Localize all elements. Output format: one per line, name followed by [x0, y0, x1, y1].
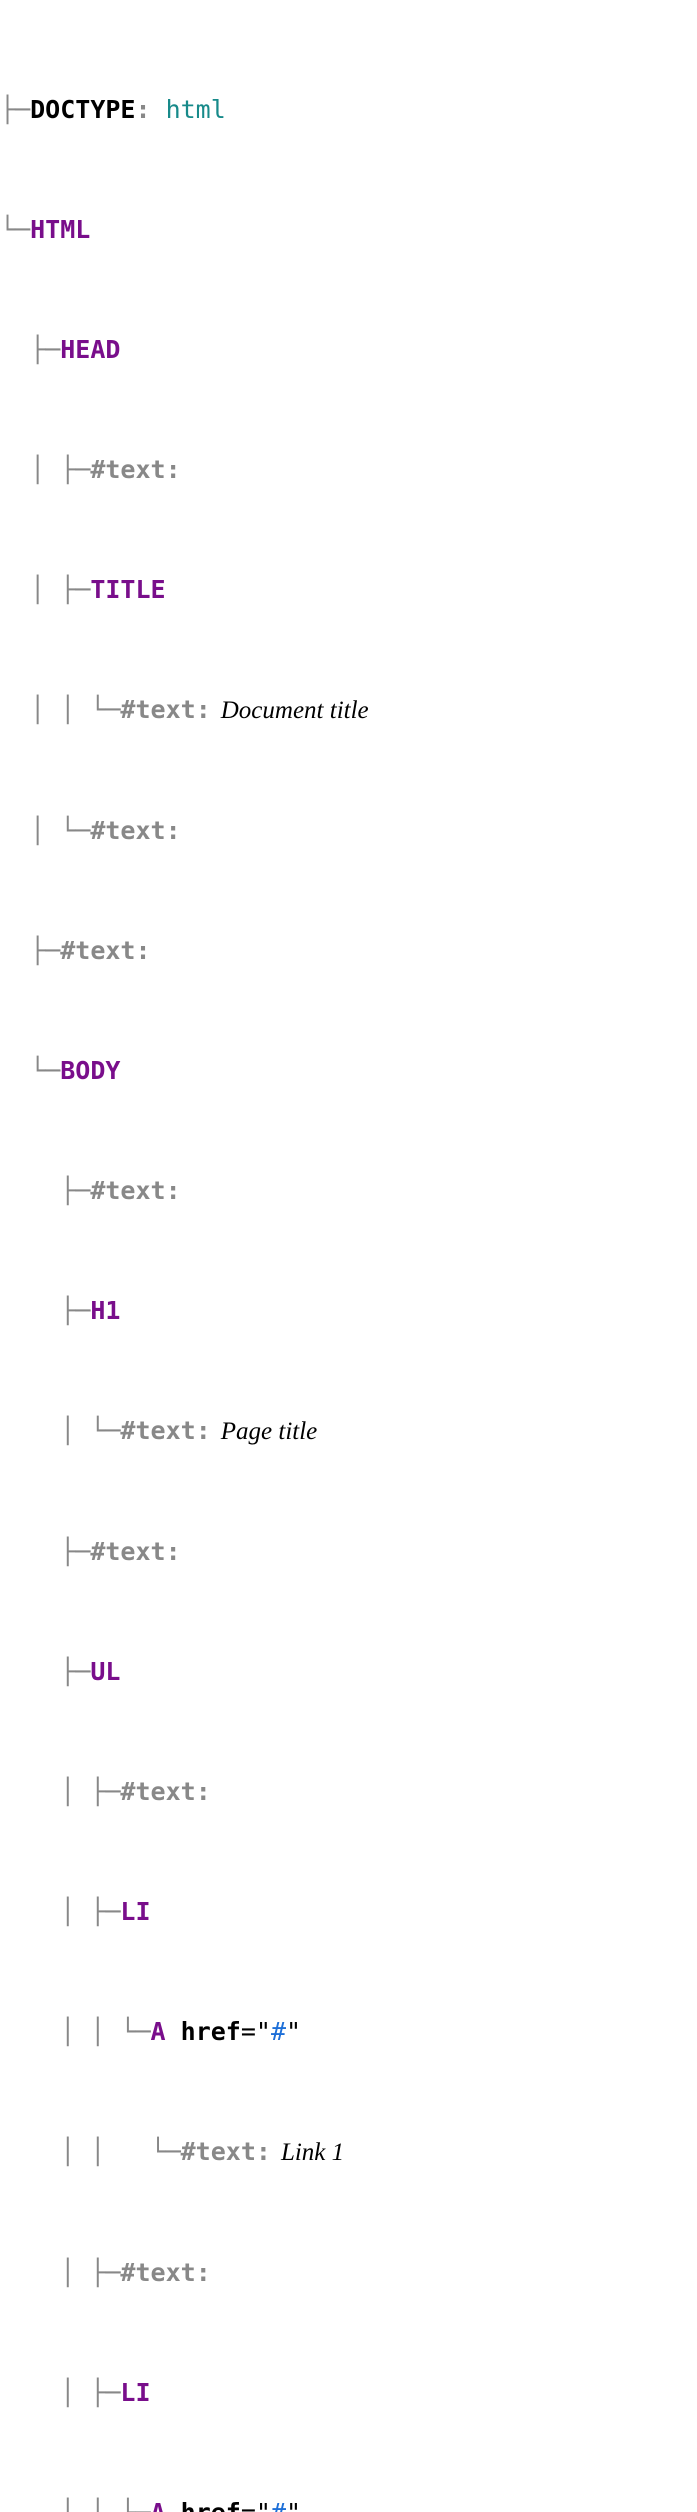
doc-title-value: Document title [211, 691, 369, 731]
tree-branch: ├─ [0, 1171, 90, 1211]
equals-quote: =" [241, 2012, 271, 2052]
tree-row-h1: ├─H1 [0, 1291, 687, 1331]
colon: : [196, 1772, 211, 1812]
tree-row-a2: │ │ └─A href="#" [0, 2493, 687, 2512]
tag-ul: UL [90, 1652, 120, 1692]
tree-row-a1-text: │ │ └─#text:Link 1 [0, 2132, 687, 2173]
text-node-label: #text [120, 2253, 195, 2293]
tag-body: BODY [60, 1051, 120, 1091]
colon: : [196, 690, 211, 730]
tree-branch: │ │ └─ [0, 2132, 181, 2172]
close-quote: " [286, 2493, 301, 2512]
tree-row-ul: ├─UL [0, 1652, 687, 1692]
tree-row-h1-text: │ └─#text:Page title [0, 1411, 687, 1452]
text-node-label: #text [90, 1171, 165, 1211]
doctype-label: DOCTYPE [30, 90, 135, 130]
tree-row-title: │ ├─TITLE [0, 570, 687, 610]
tree-branch: │ └─ [0, 1411, 120, 1451]
equals-quote: =" [241, 2493, 271, 2512]
page-title-value: Page title [211, 1412, 318, 1452]
text-node-label: #text [120, 1411, 195, 1451]
attr-href-value: # [271, 2493, 286, 2512]
tree-row-html: └─HTML [0, 210, 687, 250]
attr-href-name: href [181, 2493, 241, 2512]
tag-h1: H1 [90, 1291, 120, 1331]
text-node-label: #text [120, 690, 195, 730]
colon: : [135, 90, 165, 130]
tree-row-text: │ ├─#text: [0, 450, 687, 490]
tag-html: HTML [30, 210, 90, 250]
tree-row-li2: │ ├─LI [0, 2373, 687, 2413]
tree-row-li1: │ ├─LI [0, 1892, 687, 1932]
tree-branch: │ ├─ [0, 2373, 120, 2413]
tag-li: LI [120, 1892, 150, 1932]
tree-branch: ├─ [0, 1291, 90, 1331]
tree-row-text: │ ├─#text: [0, 1772, 687, 1812]
colon: : [166, 1532, 181, 1572]
text-node-label: #text [60, 931, 135, 971]
tree-row-text: │ └─#text: [0, 811, 687, 851]
tree-branch: │ ├─ [0, 570, 90, 610]
tree-row-text: ├─#text: [0, 931, 687, 971]
colon: : [196, 2253, 211, 2293]
colon: : [256, 2132, 271, 2172]
link1-value: Link 1 [271, 2133, 344, 2173]
dom-tree: ├─DOCTYPE: html └─HTML ├─HEAD │ ├─#text:… [0, 10, 687, 2512]
tree-branch: │ ├─ [0, 2253, 120, 2293]
colon: : [135, 931, 150, 971]
text-node-label: #text [90, 1532, 165, 1572]
text-node-label: #text [90, 450, 165, 490]
tree-row-body: └─BODY [0, 1051, 687, 1091]
attr-href-value: # [271, 2012, 286, 2052]
tree-branch: └─ [0, 1051, 60, 1091]
tree-row-a1: │ │ └─A href="#" [0, 2012, 687, 2052]
doctype-value: html [166, 90, 226, 130]
tree-branch: └─ [0, 210, 30, 250]
tree-branch: │ ├─ [0, 1892, 120, 1932]
tree-branch: │ ├─ [0, 450, 90, 490]
tree-branch: ├─ [0, 931, 60, 971]
tree-branch: ├─ [0, 1652, 90, 1692]
tree-row-head: ├─HEAD [0, 330, 687, 370]
tree-branch: │ │ └─ [0, 690, 120, 730]
tree-branch: │ └─ [0, 811, 90, 851]
tree-row-title-text: │ │ └─#text:Document title [0, 690, 687, 731]
tag-title: TITLE [90, 570, 165, 610]
tree-branch: │ │ └─ [0, 2493, 151, 2512]
tag-a: A [151, 2012, 166, 2052]
space [166, 2493, 181, 2512]
tag-a: A [151, 2493, 166, 2512]
tree-branch: ├─ [0, 1532, 90, 1572]
tag-li: LI [120, 2373, 150, 2413]
space [166, 2012, 181, 2052]
colon: : [196, 1411, 211, 1451]
tree-row-doctype: ├─DOCTYPE: html [0, 90, 687, 130]
colon: : [166, 450, 181, 490]
tree-row-text: ├─#text: [0, 1532, 687, 1572]
tree-row-text: │ ├─#text: [0, 2253, 687, 2293]
colon: : [166, 811, 181, 851]
text-node-label: #text [90, 811, 165, 851]
text-node-label: #text [120, 1772, 195, 1812]
tree-branch: │ │ └─ [0, 2012, 151, 2052]
text-node-label: #text [181, 2132, 256, 2172]
close-quote: " [286, 2012, 301, 2052]
tag-head: HEAD [60, 330, 120, 370]
attr-href-name: href [181, 2012, 241, 2052]
tree-branch: │ ├─ [0, 1772, 120, 1812]
tree-branch: ├─ [0, 90, 30, 130]
tree-branch: ├─ [0, 330, 60, 370]
tree-row-text: ├─#text: [0, 1171, 687, 1211]
colon: : [166, 1171, 181, 1211]
